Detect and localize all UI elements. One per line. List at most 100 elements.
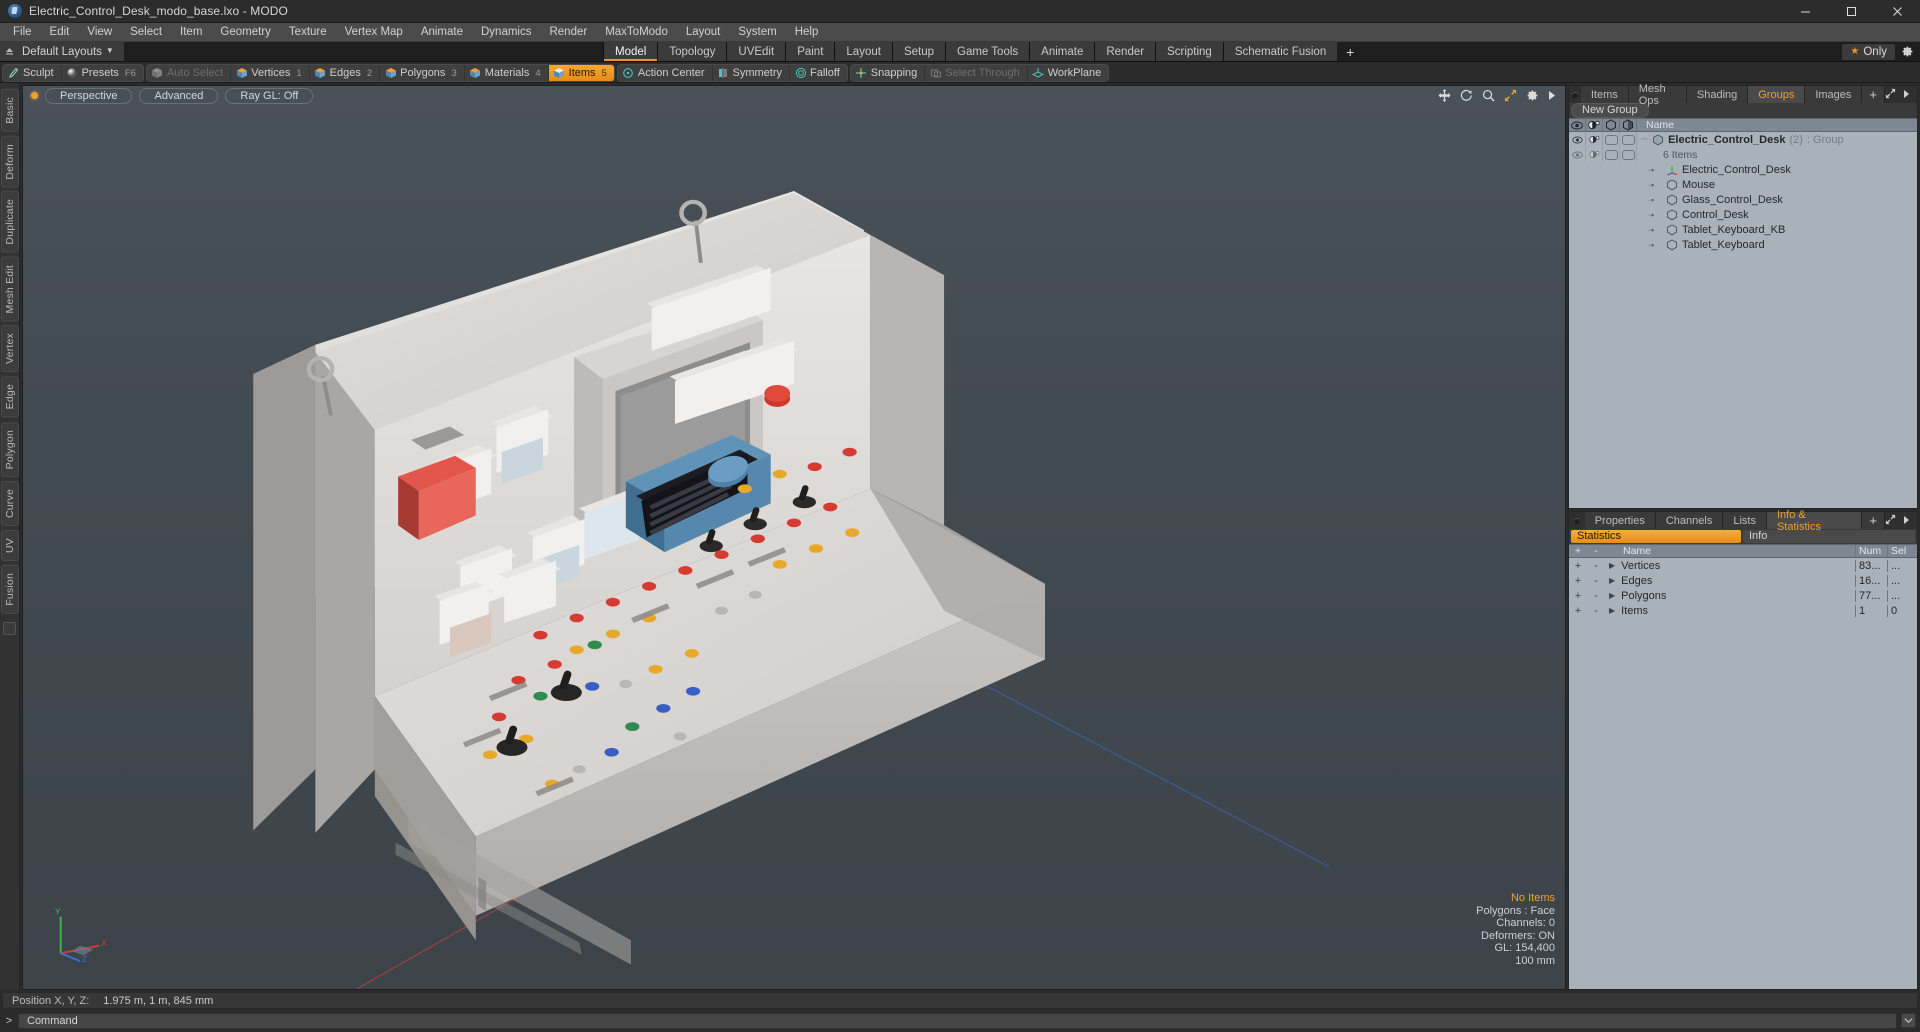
items-remove-button[interactable]: -: [1587, 605, 1605, 617]
menu-system[interactable]: System: [729, 24, 785, 41]
row-checkbox-3[interactable]: [1603, 147, 1620, 162]
row-checkbox-1[interactable]: [1603, 132, 1620, 147]
expand-triangle-icon[interactable]: ▶: [1609, 561, 1615, 570]
vertices-button[interactable]: Vertices 1: [231, 65, 310, 81]
tool-rail-expand-button[interactable]: [3, 621, 16, 635]
menu-item[interactable]: Item: [171, 24, 211, 41]
tree-row-tablet-keyboard-kb[interactable]: ·▪ Tablet_Keyboard_KB: [1569, 222, 1917, 237]
tab-images[interactable]: Images: [1805, 86, 1863, 103]
vertices-add-button[interactable]: +: [1569, 560, 1587, 572]
perspective-viewport[interactable]: Perspective Advanced Ray GL: Off Y X Z N…: [22, 85, 1566, 990]
edges-add-button[interactable]: +: [1569, 575, 1587, 587]
menu-select[interactable]: Select: [121, 24, 171, 41]
groups-tree[interactable]: ─ Electric_Control_Desk (2) : Group 6 It…: [1569, 132, 1917, 508]
expand-icon[interactable]: [1885, 86, 1896, 104]
expand-triangle-icon[interactable]: ▶: [1609, 591, 1615, 600]
tool-tab-duplicate[interactable]: Duplicate: [0, 191, 19, 253]
tab-properties[interactable]: Properties: [1584, 512, 1656, 529]
viewport-shading-dropdown[interactable]: Advanced: [139, 87, 219, 104]
expand-triangle-icon[interactable]: ▶: [1609, 576, 1615, 585]
add-panel-tab-button[interactable]: +: [1862, 86, 1885, 103]
tab-shading[interactable]: Shading: [1686, 86, 1749, 103]
render-camera-icon[interactable]: [1586, 119, 1603, 131]
menu-edit[interactable]: Edit: [41, 24, 79, 41]
layout-tab-schematic-fusion[interactable]: Schematic Fusion: [1222, 42, 1338, 61]
statistics-table-body[interactable]: + - ▶ Vertices 83... ... + - ▶ Edges 16.…: [1569, 558, 1917, 989]
menu-file[interactable]: File: [4, 24, 41, 41]
workplane-button[interactable]: WorkPlane: [1028, 65, 1109, 81]
tree-row-control-desk[interactable]: ·▪ Control_Desk: [1569, 207, 1917, 222]
tool-tab-edge[interactable]: Edge: [0, 376, 19, 418]
rotate-icon[interactable]: [1460, 89, 1473, 102]
tree-row-group[interactable]: ─ Electric_Control_Desk (2) : Group: [1569, 132, 1917, 147]
tool-tab-curve[interactable]: Curve: [0, 481, 19, 527]
layout-tab-uvedit[interactable]: UVEdit: [726, 42, 786, 61]
zoom-icon[interactable]: [1482, 89, 1495, 102]
add-layout-tab-button[interactable]: +: [1337, 42, 1364, 61]
menu-view[interactable]: View: [78, 24, 121, 41]
tree-expander[interactable]: ─: [1641, 134, 1648, 145]
tool-tab-uv[interactable]: UV: [0, 530, 19, 562]
edges-remove-button[interactable]: -: [1587, 575, 1605, 587]
tab-items[interactable]: Items: [1580, 86, 1629, 103]
layout-tab-animate[interactable]: Animate: [1029, 42, 1095, 61]
pin-up-icon[interactable]: [0, 47, 18, 56]
layout-tab-setup[interactable]: Setup: [891, 42, 945, 61]
tab-groups[interactable]: Groups: [1748, 86, 1806, 103]
menu-maxtomodo[interactable]: MaxToModo: [596, 24, 677, 41]
fit-icon[interactable]: [1504, 89, 1517, 102]
polygons-remove-button[interactable]: -: [1587, 590, 1605, 602]
command-input[interactable]: Command: [18, 1012, 1897, 1029]
layout-tab-topology[interactable]: Topology: [657, 42, 727, 61]
chevron-right-icon[interactable]: [1548, 90, 1557, 101]
layout-tab-game-tools[interactable]: Game Tools: [945, 42, 1030, 61]
tree-item-control-desk[interactable]: ·▪ Control_Desk: [1637, 207, 1917, 222]
new-group-button[interactable]: New Group: [1571, 103, 1649, 118]
tree-item-mouse[interactable]: ·▪ Mouse: [1637, 177, 1917, 192]
action-center-button[interactable]: Action Center: [618, 65, 713, 81]
chevron-right-icon[interactable]: [1903, 86, 1911, 104]
tree-row-tablet-keyboard[interactable]: ·▪ Tablet_Keyboard: [1569, 237, 1917, 252]
gear-icon[interactable]: [1526, 89, 1539, 102]
menu-vertex-map[interactable]: Vertex Map: [336, 24, 412, 41]
layout-tab-scripting[interactable]: Scripting: [1155, 42, 1223, 61]
tool-tab-fusion[interactable]: Fusion: [0, 565, 19, 614]
snapping-button[interactable]: Snapping: [851, 65, 926, 81]
tree-row-glass-control-desk[interactable]: ·▪ Glass_Control_Desk: [1569, 192, 1917, 207]
items-add-button[interactable]: +: [1569, 605, 1587, 617]
menu-animate[interactable]: Animate: [412, 24, 472, 41]
vertices-remove-button[interactable]: -: [1587, 560, 1605, 572]
chevron-right-icon[interactable]: [1903, 512, 1911, 530]
stats-row-vertices[interactable]: + - ▶ Vertices 83... ...: [1569, 558, 1917, 573]
layout-tab-layout[interactable]: Layout: [834, 42, 892, 61]
tree-item-tablet-keyboard-kb[interactable]: ·▪ Tablet_Keyboard_KB: [1637, 222, 1917, 237]
row-eye-icon[interactable]: [1569, 132, 1586, 147]
close-icon[interactable]: [1874, 0, 1920, 23]
viewport-raygl-dropdown[interactable]: Ray GL: Off: [225, 87, 314, 104]
move-icon[interactable]: [1438, 89, 1451, 102]
maximize-icon[interactable]: [1828, 0, 1874, 23]
tree-item-electric-control-desk[interactable]: ·▪ Electric_Control_Desk: [1637, 162, 1917, 177]
symmetry-button[interactable]: Symmetry: [713, 65, 791, 81]
falloff-button[interactable]: Falloff: [790, 65, 847, 81]
polygons-add-button[interactable]: +: [1569, 590, 1587, 602]
tool-tab-basic[interactable]: Basic: [0, 89, 19, 132]
tool-tab-vertex[interactable]: Vertex: [0, 325, 19, 373]
auto-select-button[interactable]: Auto Select: [147, 65, 232, 81]
only-toggle[interactable]: ★ Only: [1842, 43, 1896, 60]
menu-help[interactable]: Help: [786, 24, 828, 41]
tool-tab-mesh-edit[interactable]: Mesh Edit: [0, 256, 19, 322]
menu-texture[interactable]: Texture: [280, 24, 336, 41]
tree-item-tablet-keyboard[interactable]: ·▪ Tablet_Keyboard: [1637, 237, 1917, 252]
menu-dynamics[interactable]: Dynamics: [472, 24, 540, 41]
layout-tab-render[interactable]: Render: [1094, 42, 1156, 61]
expand-triangle-icon[interactable]: ▶: [1609, 606, 1615, 615]
row-render-icon[interactable]: [1586, 132, 1603, 147]
stats-row-edges[interactable]: + - ▶ Edges 16... ...: [1569, 573, 1917, 588]
panel-menu-dot-2[interactable]: [1569, 512, 1585, 529]
shape-outline-icon[interactable]: [1603, 119, 1620, 131]
menu-render[interactable]: Render: [540, 24, 596, 41]
row-render-icon-2[interactable]: [1586, 147, 1603, 162]
eye-icon[interactable]: [1569, 119, 1586, 131]
tab-mesh-ops[interactable]: Mesh Ops: [1628, 83, 1687, 107]
